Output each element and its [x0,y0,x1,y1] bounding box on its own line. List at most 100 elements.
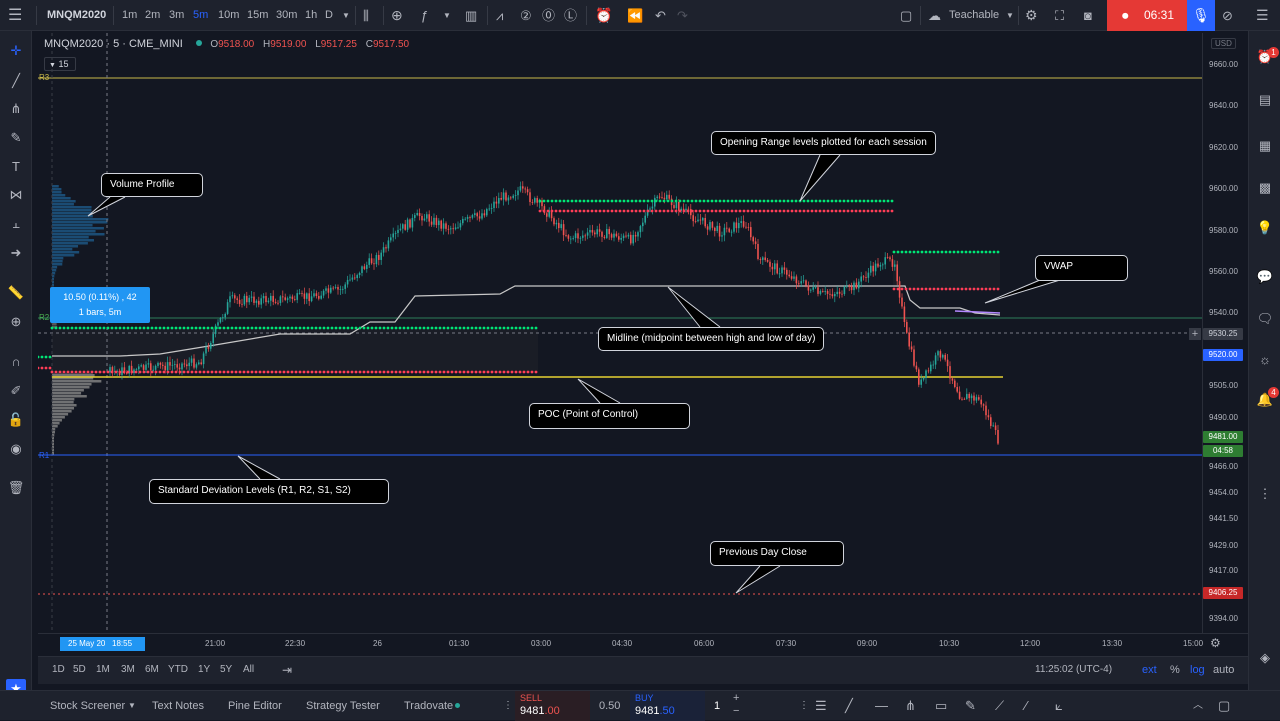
zoom-icon[interactable]: ⊕ [6,312,26,332]
arrow-right-icon[interactable]: ➜ [6,243,26,263]
alert-1-icon[interactable]: ② [520,0,532,31]
redo-icon[interactable]: ↷ [677,0,688,31]
drag-handle-icon[interactable]: ⋮ [799,691,809,721]
maximize-panel-icon[interactable]: ▢ [1218,691,1230,721]
interval-2m[interactable]: 2m [145,0,160,31]
range-button[interactable]: 6M [145,664,159,675]
interval-1m[interactable]: 1m [122,0,137,31]
callout-volume-profile[interactable]: Volume Profile [101,173,204,197]
pencil-icon[interactable]: ✎ [965,691,976,721]
stay-drawing-icon[interactable]: ✐ [6,381,26,401]
tab-text-notes[interactable]: Text Notes [152,691,204,721]
chevron-down-icon[interactable]: ▼ [443,0,451,31]
chevron-down-icon[interactable]: ▼ [128,691,136,721]
tab-strategy-tester[interactable]: Strategy Tester [306,691,380,721]
sell-button[interactable]: SELL 9481.00 [515,691,590,721]
layers-icon[interactable]: ◈ [1256,649,1274,667]
forecast-icon[interactable]: ⫠ [6,214,26,234]
compare-add-icon[interactable]: ⊕ [391,0,403,31]
dom-ladder-icon[interactable]: ☰ [815,691,827,721]
quantity-decrease-icon[interactable]: − [733,705,739,717]
ray-icon[interactable]: ⟋ [995,691,1004,721]
range-button[interactable]: 5Y [220,664,232,675]
measure-icon[interactable]: ⟀ [1055,691,1063,721]
hline-icon[interactable]: — [875,691,888,721]
trendline-icon[interactable]: ╱ [6,71,26,91]
menu-icon[interactable]: ☰ [8,0,24,31]
draw-line-icon[interactable]: ╱ [845,691,853,721]
idea-icon[interactable]: 💡 [1256,219,1274,237]
tab-tradovate[interactable]: Tradovate [404,691,453,721]
alert-3-icon[interactable]: Ⓛ [564,0,577,31]
trash-icon[interactable]: 🗑 [6,478,26,498]
tab-pine-editor[interactable]: Pine Editor [228,691,282,721]
text-icon[interactable]: T [6,157,26,177]
financials-icon[interactable]: ▥ [465,0,477,31]
fib-icon[interactable]: ⋔ [6,99,26,119]
eye-icon[interactable]: ◉ [6,439,26,459]
gear-icon[interactable]: ⚙ [1210,636,1221,650]
interval-10m[interactable]: 10m [218,0,239,31]
range-button[interactable]: YTD [168,664,188,675]
callout-prev-close[interactable]: Previous Day Close [710,541,844,566]
cloud-icon[interactable]: ☁ [928,0,941,31]
microphone-button[interactable]: 🎙 [1187,0,1215,31]
calendar-icon[interactable]: ▦ [1256,137,1274,155]
magnet-icon[interactable]: ∩ [6,352,26,372]
clock-label[interactable]: 11:25:02 (UTC-4) [1035,664,1112,675]
camera-icon[interactable]: ◙ [1084,0,1092,31]
data-window-icon[interactable]: ▤ [1256,91,1274,109]
tree-icon[interactable]: ⋔ [905,691,916,721]
quantity-value[interactable]: 1 [714,691,720,721]
drag-handle-icon[interactable]: ⋮ [503,691,513,721]
callout-std-dev[interactable]: Standard Deviation Levels (R1, R2, S1, S… [149,479,389,504]
indicators-toggle[interactable]: ▼ 15 [44,57,76,71]
tab-stock-screener[interactable]: Stock Screener [50,691,125,721]
indicators-icon[interactable]: ƒ [421,0,428,31]
scale-ext[interactable]: ext [1142,664,1157,676]
interval-d[interactable]: D [325,0,333,31]
calendar-grid-icon[interactable]: ▩ [1256,179,1274,197]
pattern-icon[interactable]: ⋈ [6,185,26,205]
scale-percent[interactable]: % [1170,664,1180,676]
video-off-icon[interactable]: ⊘ [1222,0,1233,31]
gear-icon[interactable]: ⚙ [1025,0,1038,31]
range-button[interactable]: 1M [96,664,110,675]
layout-icon[interactable]: ▢ [900,0,912,31]
range-button[interactable]: 5D [73,664,86,675]
comment-icon[interactable]: ▭ [935,691,947,721]
symbol-search[interactable]: MNQM2020 [47,0,106,31]
interval-1h[interactable]: 1h [305,0,317,31]
buy-button[interactable]: BUY 9481.50 [630,691,705,721]
series-title[interactable]: MNQM2020 · 5 · CME_MINI [44,38,183,50]
callout-vwap[interactable]: VWAP [1035,255,1128,281]
scale-log[interactable]: log [1190,664,1205,676]
callout-opening-range[interactable]: Opening Range levels plotted for each se… [711,131,936,155]
currency-label[interactable]: USD [1211,38,1236,49]
watchlist-icon[interactable]: ☰ [1256,0,1269,31]
chevron-down-icon[interactable]: ▼ [1006,0,1014,31]
templates-icon[interactable]: ⩘ [496,0,503,31]
crosshair-plus-icon[interactable]: + [1189,328,1201,340]
interval-15m[interactable]: 15m [247,0,268,31]
bar-style-icon[interactable]: ⫼ [363,0,369,31]
callout-midline[interactable]: Midline (midpoint between high and low o… [598,327,825,351]
crosshair-icon[interactable]: ✛ [6,41,26,61]
slash-icon[interactable]: ∕ [1025,691,1027,721]
brush-icon[interactable]: ✎ [6,128,26,148]
lock-icon[interactable]: 🔓 [6,410,26,430]
replay-icon[interactable]: ⏪ [627,0,643,31]
alert-2-icon[interactable]: ⓪ [542,0,555,31]
range-button[interactable]: All [243,664,254,675]
interval-30m[interactable]: 30m [276,0,297,31]
alert-clock-icon[interactable]: ⏰ [595,0,612,31]
ruler-icon[interactable]: 📏 [6,283,26,303]
range-button[interactable]: 1Y [198,664,210,675]
chevron-down-icon[interactable]: ▼ [342,0,350,31]
range-button[interactable]: 1D [52,664,65,675]
scale-auto[interactable]: auto [1213,664,1234,676]
undo-icon[interactable]: ↶ [655,0,666,31]
chat-icon[interactable]: 💬 [1256,268,1274,286]
messages-icon[interactable]: 🗨 [1256,310,1274,328]
fullscreen-icon[interactable]: ⛶ [1055,0,1064,31]
